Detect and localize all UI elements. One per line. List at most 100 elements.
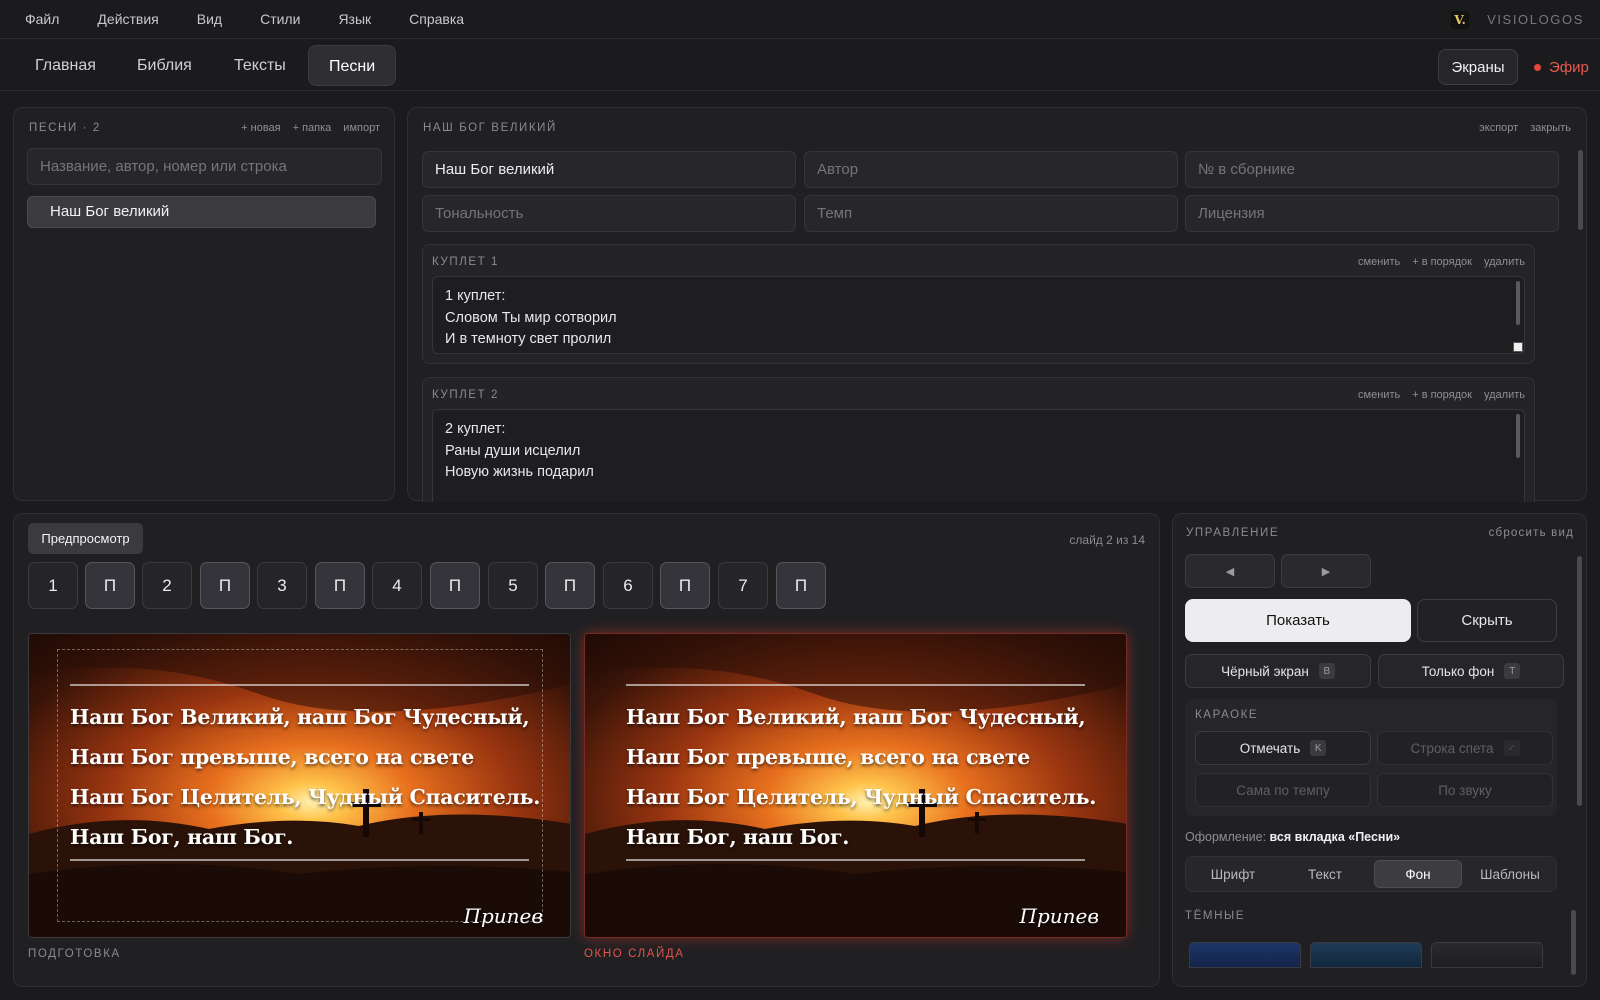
tab-songs[interactable]: Песни [308, 45, 397, 86]
license-field[interactable] [1185, 195, 1559, 232]
background-only-label: Только фон [1421, 663, 1495, 679]
song-editor-title: НАШ БОГ ВЕЛИКИЙ [423, 122, 557, 134]
prep-stage[interactable]: Наш Бог Великий, наш Бог Чудесный, Наш Б… [28, 633, 571, 938]
background-swatch[interactable] [1310, 942, 1422, 968]
menu-help[interactable]: Справка [409, 11, 464, 27]
number-field[interactable] [1185, 151, 1559, 188]
screens-button[interactable]: Экраны [1438, 49, 1518, 85]
verse-delete-link[interactable]: удалить [1484, 256, 1525, 268]
import-link[interactable]: импорт [343, 122, 380, 134]
show-button[interactable]: Показать [1185, 599, 1411, 642]
slide-thumb[interactable]: 5 [488, 562, 538, 609]
slide-thumb-chorus[interactable]: П [545, 562, 595, 609]
menu-actions[interactable]: Действия [97, 11, 158, 27]
song-name-field[interactable] [422, 151, 796, 188]
slide-thumb-chorus[interactable]: П [776, 562, 826, 609]
auto-tempo-button[interactable]: Сама по темпу [1195, 773, 1371, 807]
slide-thumb-chorus[interactable]: П [85, 562, 135, 609]
verse-scrollbar[interactable] [1516, 414, 1520, 458]
background-swatch[interactable] [1431, 942, 1543, 968]
divider-line [70, 859, 529, 861]
segment-text[interactable]: Текст [1281, 860, 1369, 888]
verse-title: КУПЛЕТ 1 [432, 256, 500, 268]
close-link[interactable]: закрыть [1530, 122, 1571, 134]
slide-counter: слайд 2 из 14 [1069, 533, 1145, 547]
verse-line: Раны души исцелил [445, 442, 581, 459]
preview-button[interactable]: Предпросмотр [28, 523, 143, 554]
reset-view-link[interactable]: сбросить вид [1489, 527, 1574, 539]
verse-textarea[interactable]: 1 куплет: Словом Ты мир сотворил И в тем… [432, 276, 1525, 354]
export-link[interactable]: экспорт [1479, 122, 1518, 134]
live-stage[interactable]: Наш Бог Великий, наш Бог Чудесный, Наш Б… [584, 633, 1127, 938]
editor-scrollbar[interactable] [1578, 150, 1583, 230]
slide-thumb[interactable]: 3 [257, 562, 307, 609]
verse-block: КУПЛЕТ 2 сменить + в порядок удалить 2 к… [422, 377, 1535, 502]
tab-bible[interactable]: Библия [117, 45, 212, 86]
segment-font[interactable]: Шрифт [1189, 860, 1277, 888]
background-only-button[interactable]: Только фон T [1378, 654, 1564, 688]
slide-thumb[interactable]: 2 [142, 562, 192, 609]
segment-templates[interactable]: Шаблоны [1466, 860, 1554, 888]
verse-add-order-link[interactable]: + в порядок [1412, 256, 1472, 268]
prev-slide-button[interactable]: ◀ [1185, 554, 1275, 588]
lyric-line: Наш Бог Целитель, Чудный Спаситель. [70, 785, 541, 809]
hide-button[interactable]: Скрыть [1417, 599, 1557, 642]
check-icon: ✓ [1503, 740, 1520, 756]
slide-thumb-chorus[interactable]: П [315, 562, 365, 609]
mark-button[interactable]: Отмечать K [1195, 731, 1371, 765]
songs-panel-title: ПЕСНИ · 2 [29, 122, 101, 134]
by-sound-button[interactable]: По звуку [1377, 773, 1553, 807]
menu-file[interactable]: Файл [25, 11, 59, 27]
onair-indicator[interactable]: Эфир [1534, 49, 1589, 85]
line-sung-button[interactable]: Строка спета ✓ [1377, 731, 1553, 765]
slide-lyrics: Наш Бог Великий, наш Бог Чудесный, Наш Б… [70, 697, 550, 857]
lyric-line: Наш Бог, наш Бог. [626, 825, 850, 849]
menu-language[interactable]: Язык [338, 11, 371, 27]
slide-thumb[interactable]: 7 [718, 562, 768, 609]
design-segmented-control: Шрифт Текст Фон Шаблоны [1185, 856, 1557, 892]
slide-thumb[interactable]: 6 [603, 562, 653, 609]
swatch-scrollbar[interactable] [1571, 910, 1576, 975]
slide-thumb-chorus[interactable]: П [660, 562, 710, 609]
verse-delete-link[interactable]: удалить [1484, 389, 1525, 401]
next-slide-button[interactable]: ▶ [1281, 554, 1371, 588]
song-search-input[interactable] [27, 148, 382, 185]
app-logo: V. [1451, 10, 1470, 29]
shortcut-badge: B [1318, 663, 1335, 679]
new-folder-link[interactable]: + папка [293, 122, 332, 134]
mark-label: Отмечать [1239, 740, 1301, 756]
black-screen-label: Чёрный экран [1221, 663, 1309, 679]
song-list-item[interactable]: Наш Бог великий [27, 196, 376, 228]
slide-thumb[interactable]: 4 [372, 562, 422, 609]
menu-view[interactable]: Вид [197, 11, 222, 27]
verse-scrollbar[interactable] [1516, 281, 1520, 325]
resize-grip-icon[interactable] [1513, 342, 1523, 352]
tab-home[interactable]: Главная [15, 45, 116, 86]
divider-line [626, 859, 1085, 861]
tab-texts[interactable]: Тексты [214, 45, 306, 86]
verse-actions: сменить + в порядок удалить [1358, 389, 1525, 401]
slide-thumb-chorus[interactable]: П [200, 562, 250, 609]
lyric-line: Наш Бог, наш Бог. [70, 825, 294, 849]
verse-change-link[interactable]: сменить [1358, 389, 1400, 401]
menu-styles[interactable]: Стили [260, 11, 300, 27]
verse-add-order-link[interactable]: + в порядок [1412, 389, 1472, 401]
key-field[interactable] [422, 195, 796, 232]
author-field[interactable] [804, 151, 1178, 188]
tempo-field[interactable] [804, 195, 1178, 232]
line-sung-label: Строка спета [1410, 740, 1494, 756]
lyric-line: Наш Бог Великий, наш Бог Чудесный, [626, 705, 1086, 729]
segment-background[interactable]: Фон [1374, 860, 1462, 888]
design-scope: Оформление: вся вкладка «Песни» [1185, 830, 1400, 844]
slide-thumb[interactable]: 1 [28, 562, 78, 609]
black-screen-button[interactable]: Чёрный экран B [1185, 654, 1371, 688]
background-swatch[interactable] [1189, 942, 1301, 968]
slide-thumb-chorus[interactable]: П [430, 562, 480, 609]
control-scrollbar[interactable] [1577, 556, 1582, 806]
divider-line [626, 684, 1085, 686]
triangle-right-icon: ▶ [1321, 565, 1331, 578]
verse-change-link[interactable]: сменить [1358, 256, 1400, 268]
verse-textarea[interactable]: 2 куплет: Раны души исцелил Новую жизнь … [432, 409, 1525, 502]
new-song-link[interactable]: + новая [241, 122, 280, 134]
verse-line: Словом Ты мир сотворил [445, 309, 617, 326]
